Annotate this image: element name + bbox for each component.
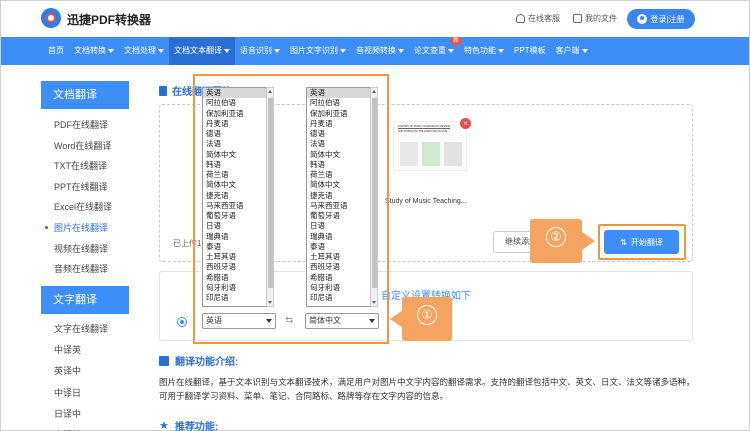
nav-item[interactable]: 客户端 bbox=[551, 37, 593, 65]
intro-title-text: 翻译功能介绍: bbox=[175, 357, 239, 368]
sidebar-item[interactable]: 音频在线翻译 bbox=[41, 262, 129, 275]
callout-two-number: ② bbox=[546, 227, 566, 247]
nav-item-label: 特色功能 bbox=[464, 46, 496, 55]
chevron-down-icon bbox=[158, 48, 164, 53]
nav-item[interactable]: 文档转换 bbox=[69, 37, 119, 65]
nav-item[interactable]: 文档处理 bbox=[119, 37, 169, 65]
nav-item-label: 首页 bbox=[48, 46, 64, 55]
file-name: Study of Music Teaching... bbox=[385, 198, 467, 205]
nav-item-label: 语音识别 bbox=[240, 46, 272, 55]
sidebar-item[interactable]: 图片在线翻译 bbox=[41, 221, 129, 234]
nav-item-label: 文档文本翻译 bbox=[174, 46, 222, 55]
sidebar-item[interactable]: 英译中 bbox=[41, 364, 129, 377]
callout-one: ① bbox=[402, 297, 452, 341]
nav-item-label: 图片文字识别 bbox=[290, 46, 338, 55]
callout-two-pointer bbox=[582, 232, 595, 250]
nav-item[interactable]: 语音识别 bbox=[235, 37, 285, 65]
remove-file-icon[interactable]: × bbox=[460, 118, 471, 129]
sidebar-item[interactable]: 日译中 bbox=[41, 407, 129, 420]
thumb-heading-1: CURTAIN OF MUSIC CHARISMATIC REVIEW bbox=[398, 125, 451, 128]
customer-service-link[interactable]: 在线客服 bbox=[516, 13, 560, 24]
sidebar-item[interactable]: 中译日 bbox=[41, 386, 129, 399]
thumb-heading-line bbox=[398, 128, 450, 129]
my-files-link[interactable]: 我的文件 bbox=[573, 13, 617, 24]
chevron-down-icon bbox=[498, 48, 504, 53]
uploaded-thumbnail[interactable]: CURTAIN OF MUSIC CHARISMATIC REVIEW AND … bbox=[393, 121, 467, 171]
dropdown-highlight bbox=[193, 74, 389, 344]
logo-text[interactable]: 迅捷PDF转换器 bbox=[67, 11, 151, 28]
logo-icon[interactable] bbox=[41, 8, 61, 28]
nav-item[interactable]: PPT模板 bbox=[509, 37, 551, 65]
nav-item-label: PPT模板 bbox=[514, 46, 546, 55]
user-icon bbox=[637, 14, 648, 24]
chevron-down-icon bbox=[224, 48, 230, 53]
chevron-down-icon bbox=[108, 48, 114, 53]
chevron-down-icon bbox=[274, 48, 280, 53]
file-icon bbox=[573, 14, 582, 23]
intro-text: 图片在线翻译，基于文本识别与文本翻译技术，满足用户对图片中文字内容的翻译需求。支… bbox=[159, 377, 695, 401]
callout-one-pointer bbox=[390, 310, 403, 328]
start-button-highlight bbox=[598, 224, 686, 260]
settings-radio[interactable] bbox=[177, 317, 187, 327]
login-label: 登录|注册 bbox=[650, 14, 685, 24]
chevron-down-icon bbox=[581, 48, 588, 53]
login-button[interactable]: 登录|注册 bbox=[627, 9, 695, 29]
headset-icon bbox=[516, 14, 525, 23]
callout-one-number: ① bbox=[417, 305, 437, 325]
sidebar-item[interactable]: Excel在线翻译 bbox=[41, 200, 129, 213]
thumb-image bbox=[444, 142, 462, 166]
info-icon bbox=[159, 355, 169, 366]
sidebar-item[interactable]: TXT在线翻译 bbox=[41, 159, 129, 172]
chevron-down-icon bbox=[340, 48, 346, 53]
my-files-label: 我的文件 bbox=[585, 14, 617, 23]
thumb-image bbox=[400, 142, 418, 166]
sidebar-item[interactable]: 中译英 bbox=[41, 343, 129, 356]
sidebar-group-doc-translate: 文档翻译 bbox=[41, 81, 129, 109]
callout-two: ② bbox=[530, 219, 582, 263]
sidebar-group-text-translate: 文字翻译 bbox=[41, 286, 129, 314]
customer-service-label: 在线客服 bbox=[528, 14, 560, 23]
recommend-title-text: 推荐功能: bbox=[174, 422, 219, 431]
sidebar-item[interactable]: PDF在线翻译 bbox=[41, 118, 129, 131]
nav-item[interactable]: 论文查重新 bbox=[409, 37, 461, 65]
chevron-down-icon bbox=[448, 48, 454, 53]
sidebar-item[interactable]: 文字在线翻译 bbox=[41, 322, 129, 335]
chevron-down-icon bbox=[398, 48, 404, 53]
header: 迅捷PDF转换器 在线客服 我的文件 登录|注册 bbox=[1, 1, 749, 36]
recommend-title: ★ 推荐功能: bbox=[159, 418, 218, 431]
thumb-image bbox=[422, 142, 440, 166]
main-nav: 首页 文档转换 文档处理 文档文本翻译 语音识别 图片文字识别 音视频转换 论文查重新特色功能… bbox=[1, 37, 749, 65]
intro-title: 翻译功能介绍: bbox=[159, 353, 238, 368]
nav-item[interactable]: 特色功能 bbox=[459, 37, 509, 65]
nav-item[interactable]: 图片文字识别 bbox=[285, 37, 351, 65]
star-icon: ★ bbox=[159, 420, 169, 431]
nav-item-label: 论文查重 bbox=[414, 46, 446, 55]
thumb-heading-2: AND STIMULATE THE EXERCISE OF MUS bbox=[398, 130, 448, 133]
nav-item-label: 文档处理 bbox=[124, 46, 156, 55]
sidebar-item[interactable]: Word在线翻译 bbox=[41, 139, 129, 152]
sidebar-item[interactable]: 视频在线翻译 bbox=[41, 242, 129, 255]
nav-item[interactable]: 首页 bbox=[43, 37, 69, 65]
nav-item[interactable]: 文档文本翻译 bbox=[169, 37, 235, 65]
nav-item-label: 客户端 bbox=[555, 46, 580, 55]
nav-item-label: 音视频转换 bbox=[356, 46, 396, 55]
document-icon bbox=[159, 85, 167, 96]
nav-item-label: 文档转换 bbox=[74, 46, 106, 55]
nav-item[interactable]: 音视频转换 bbox=[351, 37, 409, 65]
sidebar-item[interactable]: PPT在线翻译 bbox=[41, 180, 129, 193]
